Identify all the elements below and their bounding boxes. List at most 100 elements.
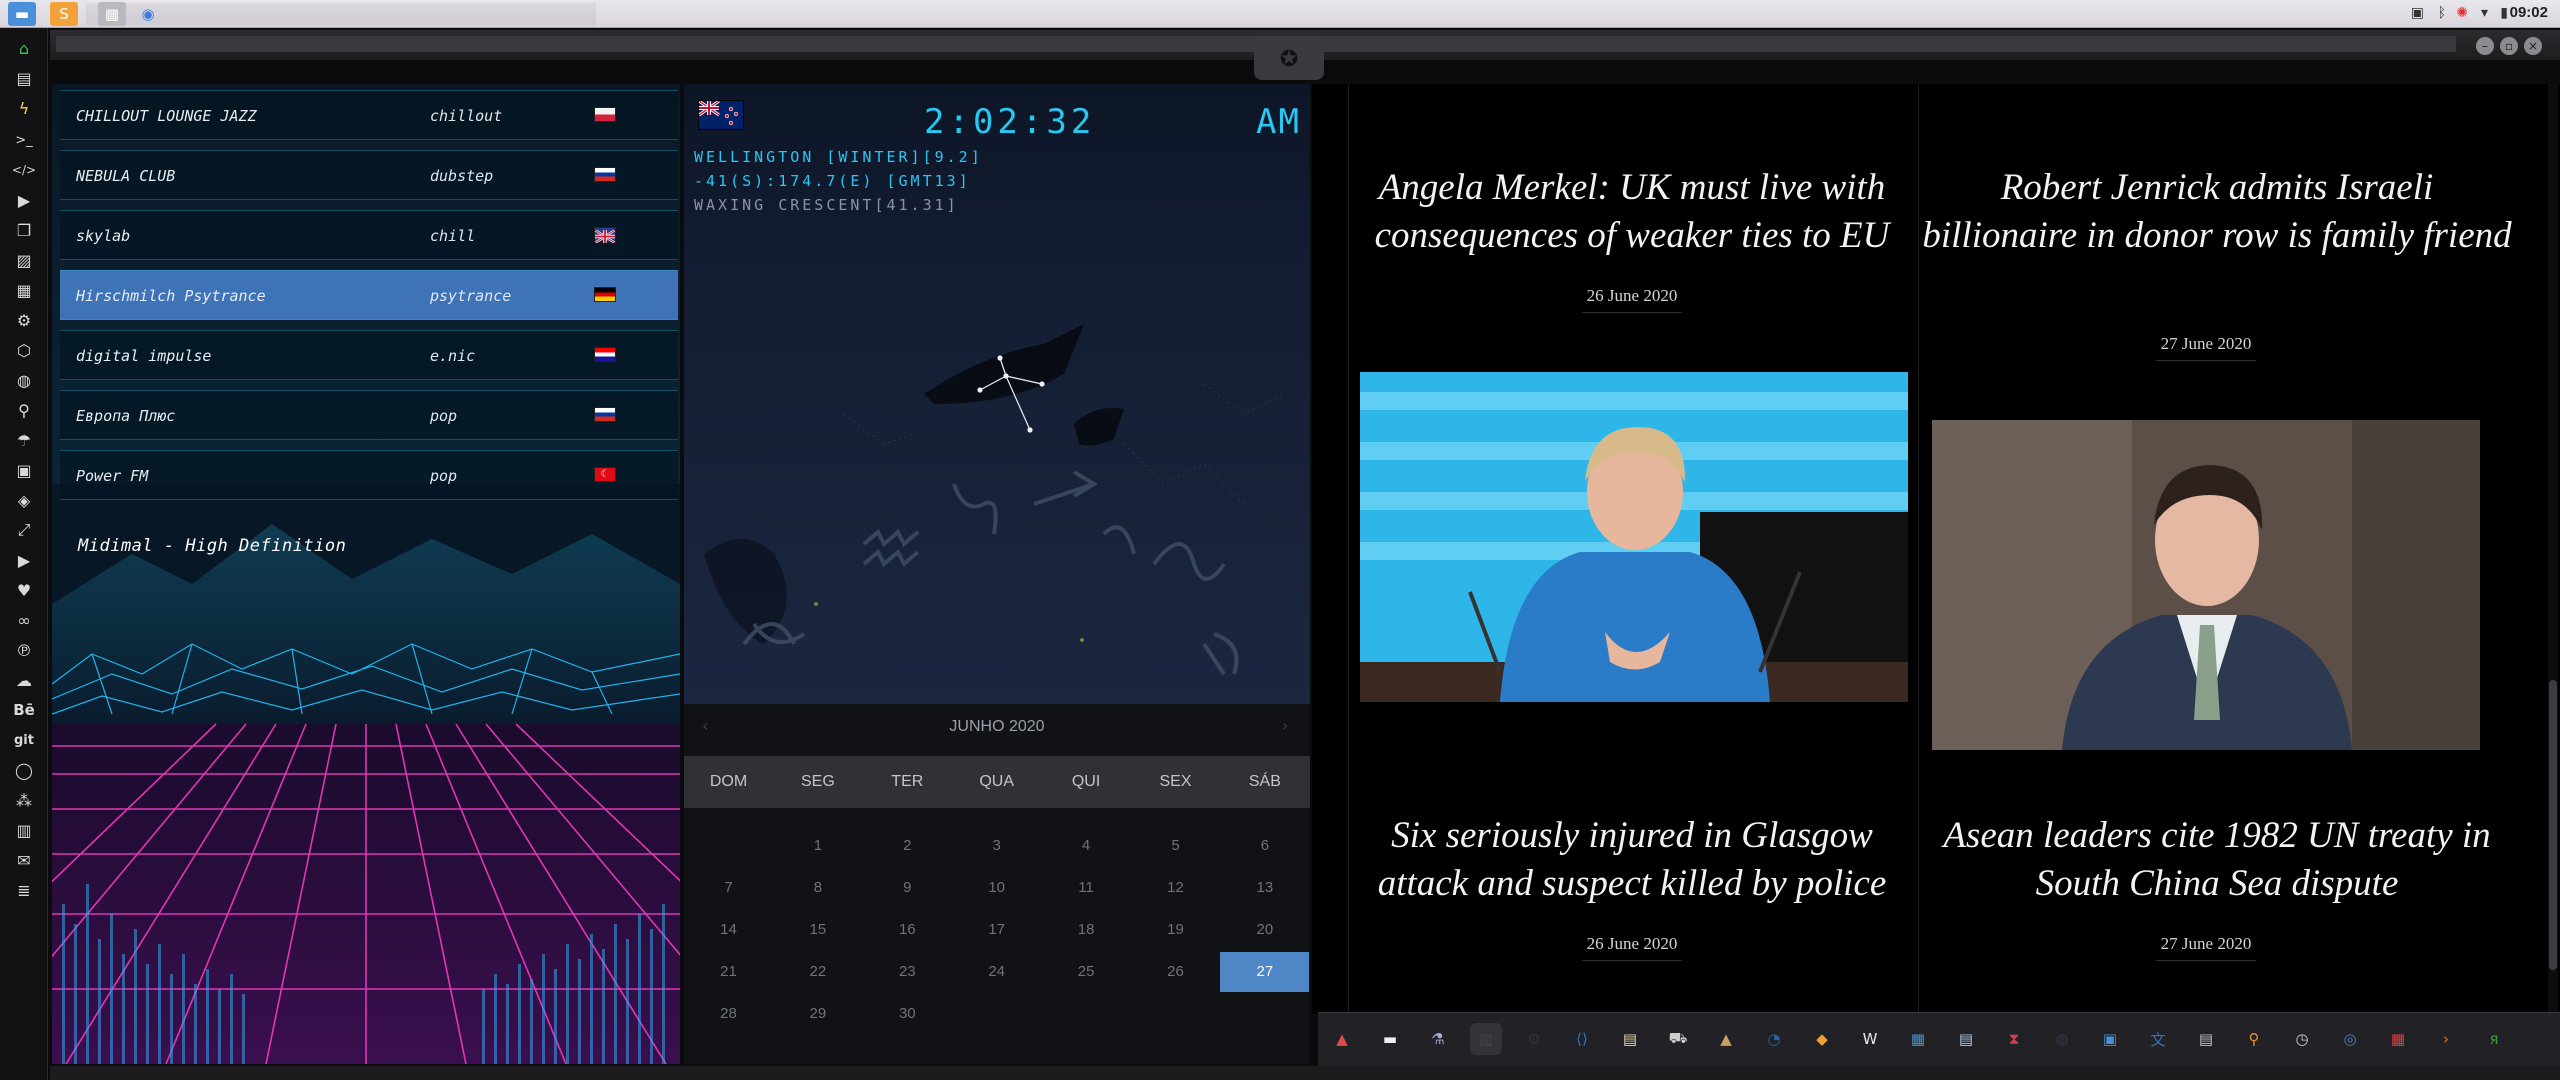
vscode-icon[interactable]: ⟨⟩: [1566, 1023, 1598, 1055]
calendar-day[interactable]: 22: [773, 952, 862, 992]
calendar-day[interactable]: 12: [1131, 868, 1220, 908]
notes-icon[interactable]: ▤: [1614, 1023, 1646, 1055]
translate-icon[interactable]: 文: [2142, 1023, 2174, 1055]
vivaldi-icon[interactable]: ▲: [1326, 1023, 1358, 1055]
pinterest-icon[interactable]: ℗: [12, 638, 36, 662]
article-headline[interactable]: Asean leaders cite 1982 UN treaty in Sou…: [1922, 812, 2512, 908]
document-icon[interactable]: ▤: [12, 66, 36, 90]
clock-icon[interactable]: ◷: [2286, 1023, 2318, 1055]
truck-icon[interactable]: ⛟: [1662, 1023, 1694, 1055]
calendar-day[interactable]: 11: [1042, 868, 1131, 908]
calendar-day-selected[interactable]: 27: [1220, 952, 1310, 992]
minimize-icon[interactable]: –: [2476, 37, 2494, 55]
umbrella-icon[interactable]: ☂: [12, 428, 36, 452]
hexagon-icon[interactable]: ⬡: [12, 338, 36, 362]
calendar-day[interactable]: 20: [1220, 910, 1309, 950]
calendar-day[interactable]: 8: [773, 868, 862, 908]
calendar-day[interactable]: 17: [952, 910, 1041, 950]
github-icon[interactable]: ◯: [12, 758, 36, 782]
settings-icon[interactable]: ⚙: [12, 308, 36, 332]
maximize-icon[interactable]: ▫: [2500, 37, 2518, 55]
article-headline[interactable]: Robert Jenrick admits Israeli billionair…: [1922, 164, 2512, 260]
image-tray-icon[interactable]: ▣: [2411, 5, 2424, 21]
news-icon[interactable]: ▤: [2190, 1023, 2222, 1055]
lightning-icon[interactable]: ϟ: [12, 96, 36, 120]
station-row[interactable]: Европа Плюс pop: [60, 390, 678, 440]
image-icon[interactable]: ▨: [12, 248, 36, 272]
calendar-icon[interactable]: ▦: [2382, 1023, 2414, 1055]
pyramid-icon[interactable]: ▲: [1710, 1023, 1742, 1055]
station-row[interactable]: digital impulse e.nic: [60, 330, 678, 380]
play-icon[interactable]: ▶: [12, 188, 36, 212]
calendar-day[interactable]: 10: [952, 868, 1041, 908]
next-month-icon[interactable]: ›: [1282, 716, 1288, 735]
article-photo-merkel[interactable]: [1360, 372, 1908, 702]
code-icon[interactable]: </>: [12, 158, 36, 182]
terminal-icon[interactable]: ▬: [1374, 1023, 1406, 1055]
calendar-day[interactable]: 7: [684, 868, 773, 908]
globe-icon[interactable]: ◍: [12, 368, 36, 392]
cloud-icon[interactable]: ☁: [12, 668, 36, 692]
terminal-icon[interactable]: >_: [12, 128, 36, 152]
news-scrollbar-thumb[interactable]: [2549, 680, 2557, 970]
security-tray-icon[interactable]: ✺: [2456, 5, 2468, 21]
system-clock[interactable]: 09:02: [2510, 4, 2548, 21]
search-icon[interactable]: ⚲: [12, 398, 36, 422]
calendar-day[interactable]: 28: [684, 994, 773, 1034]
calendar-day[interactable]: 18: [1042, 910, 1131, 950]
calendar-day[interactable]: 2: [863, 826, 952, 866]
contact-icon[interactable]: ▣: [12, 458, 36, 482]
hourglass-icon[interactable]: ⧗: [1998, 1023, 2030, 1055]
calendar-day[interactable]: 3: [952, 826, 1041, 866]
news-icon[interactable]: ▦: [12, 278, 36, 302]
infinity-icon[interactable]: ∞: [12, 608, 36, 632]
station-row[interactable]: CHILLOUT LOUNGE JAZZ chillout: [60, 90, 678, 140]
web-icon[interactable]: ◎: [2334, 1023, 2366, 1055]
git-icon[interactable]: git: [12, 728, 36, 752]
globe-dark-icon[interactable]: ◍: [2046, 1023, 2078, 1055]
bluetooth-icon[interactable]: ᛒ: [2438, 5, 2446, 21]
calendar-day[interactable]: 26: [1131, 952, 1220, 992]
calendar-day[interactable]: 9: [863, 868, 952, 908]
close-icon[interactable]: ×: [2524, 37, 2542, 55]
arrow-icon[interactable]: ›: [2430, 1023, 2462, 1055]
chrome-icon[interactable]: ◉: [134, 2, 162, 26]
heart-icon[interactable]: ♥: [12, 578, 36, 602]
article-headline[interactable]: Angela Merkel: UK must live with consequ…: [1352, 164, 1912, 260]
taskbar-tasks[interactable]: [86, 3, 596, 25]
expand-icon[interactable]: ⤢: [12, 518, 36, 542]
calendar-day[interactable]: 15: [773, 910, 862, 950]
app-icon[interactable]: ◔: [1758, 1023, 1790, 1055]
station-row-active[interactable]: Hirschmilch Psytrance psytrance: [60, 270, 678, 320]
calendar-day[interactable]: 29: [773, 994, 862, 1034]
calendar-day[interactable]: 4: [1042, 826, 1131, 866]
calendar-day[interactable]: 21: [684, 952, 773, 992]
youtube-icon[interactable]: ▶: [12, 548, 36, 572]
station-row[interactable]: skylab chill: [60, 210, 678, 260]
calendar-day[interactable]: 23: [863, 952, 952, 992]
calculator-icon[interactable]: ▦: [1902, 1023, 1934, 1055]
calendar-day[interactable]: 5: [1131, 826, 1220, 866]
photos-icon[interactable]: ▣: [2094, 1023, 2126, 1055]
flask-icon[interactable]: ⚗: [1422, 1023, 1454, 1055]
rebel-alliance-icon[interactable]: ✪: [1254, 38, 1324, 80]
sublime-icon[interactable]: S: [50, 2, 78, 26]
copy-icon[interactable]: ❐: [12, 218, 36, 242]
calendar-day[interactable]: 25: [1042, 952, 1131, 992]
home-icon[interactable]: ⌂: [12, 36, 36, 60]
calendar-day[interactable]: 30: [863, 994, 952, 1034]
behance-icon[interactable]: Bē: [12, 698, 36, 722]
file-manager-icon[interactable]: ▬: [8, 2, 36, 26]
server-icon[interactable]: ≣: [12, 878, 36, 902]
document-icon[interactable]: ▤: [1950, 1023, 1982, 1055]
map-icon[interactable]: ▥: [12, 818, 36, 842]
files-icon[interactable]: ▥: [1470, 1023, 1502, 1055]
calendar-day[interactable]: 1: [773, 826, 862, 866]
calendar-day[interactable]: 14: [684, 910, 773, 950]
calendar-day[interactable]: 13: [1220, 868, 1309, 908]
article-photo-jenrick[interactable]: [1932, 420, 2480, 750]
wifi-icon[interactable]: ▾: [2481, 5, 2488, 21]
station-row[interactable]: NEBULA CLUB dubstep: [60, 150, 678, 200]
station-row[interactable]: Power FM pop ☾: [60, 450, 678, 500]
cubes-icon[interactable]: ⁂: [12, 788, 36, 812]
